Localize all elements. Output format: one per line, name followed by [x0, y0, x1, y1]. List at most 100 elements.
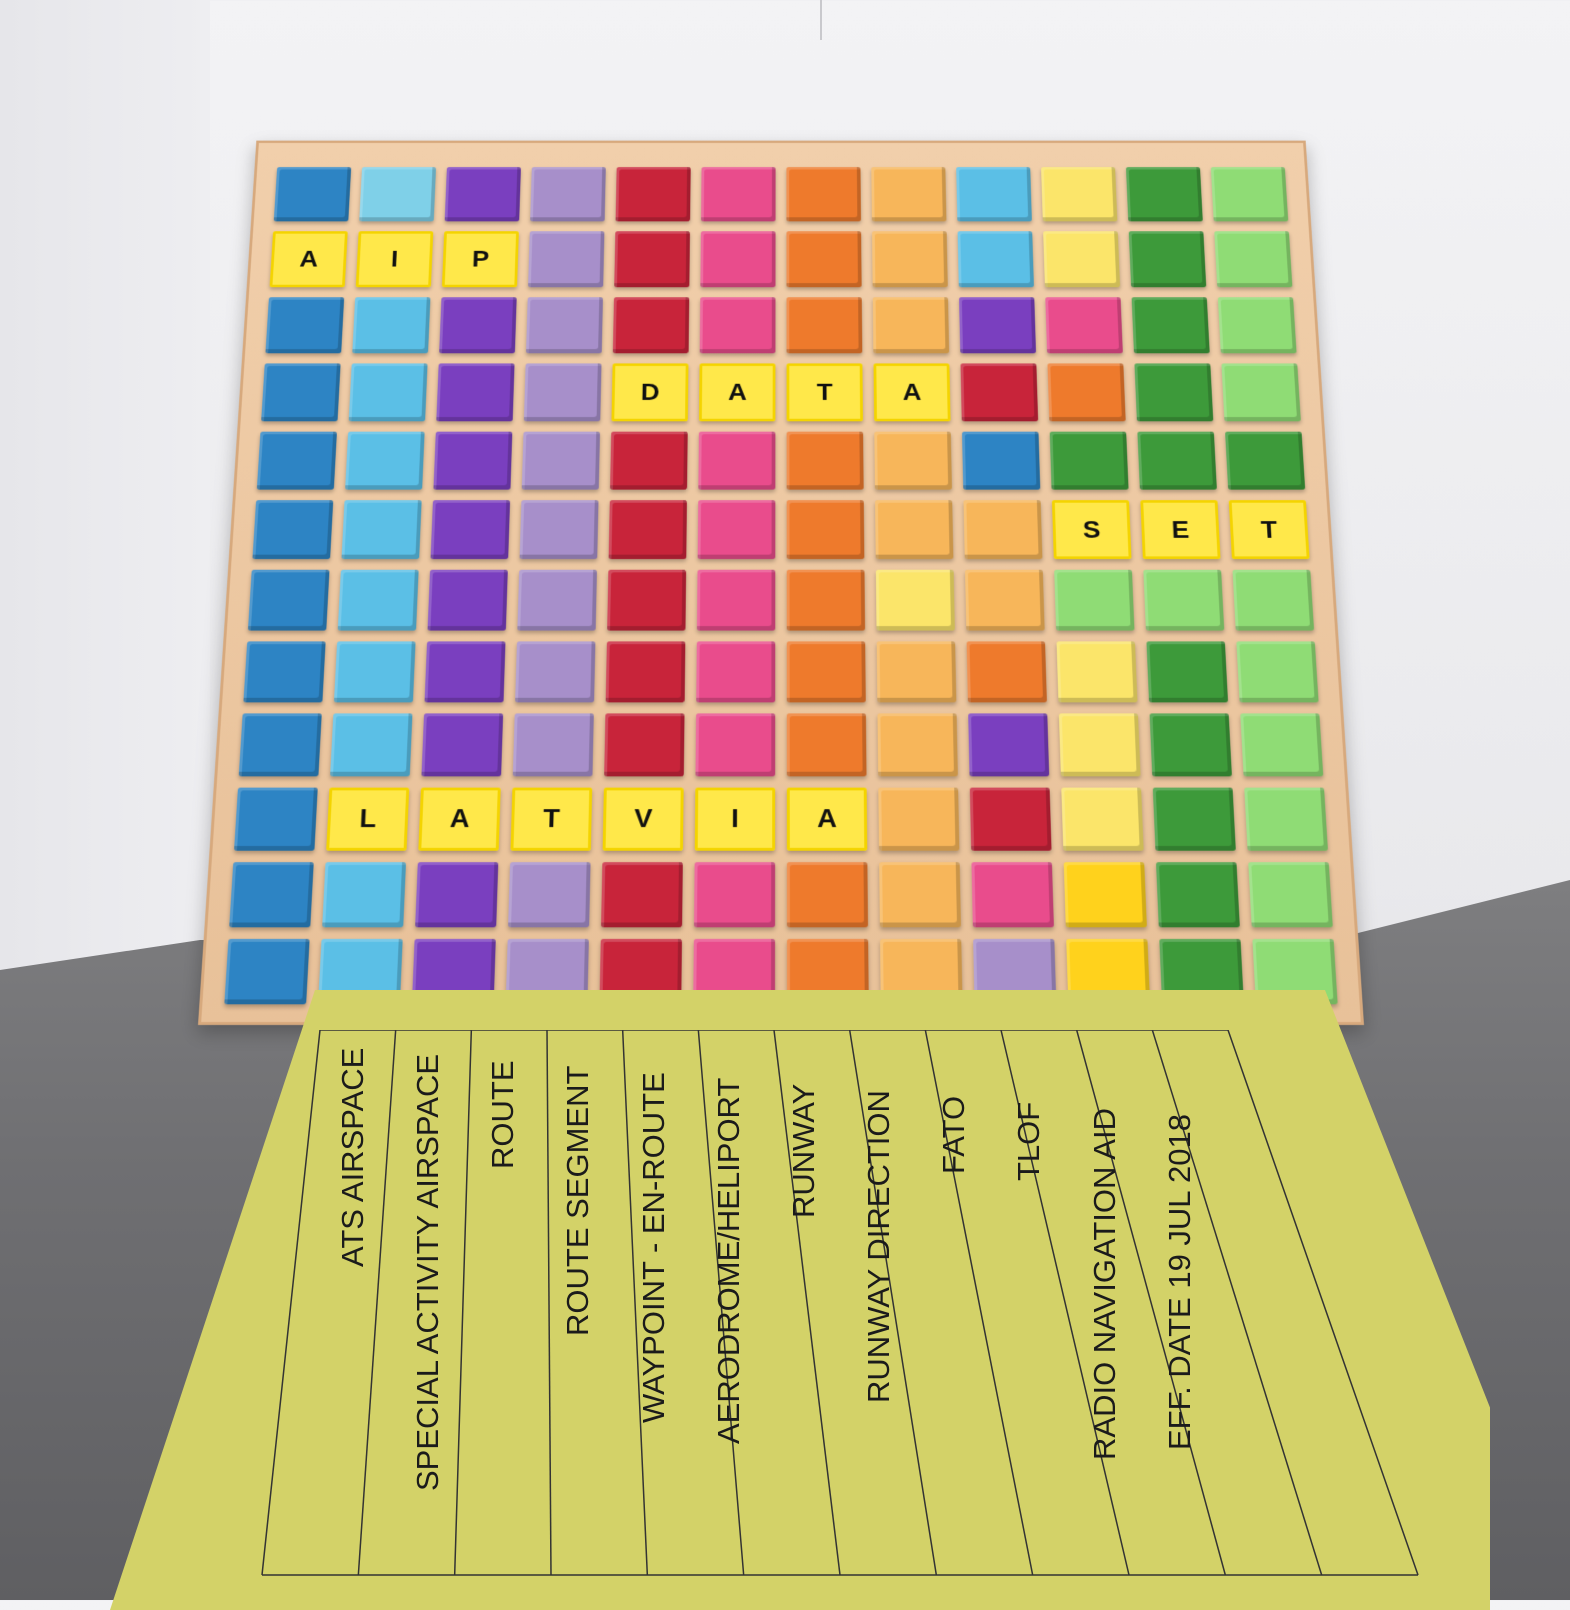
column-divider [261, 1030, 321, 1576]
color-cube [1248, 862, 1333, 927]
wall-corner [820, 0, 822, 40]
color-cube [1054, 570, 1135, 631]
cube-grid: AIPDATASETLATVIA [224, 167, 1338, 1005]
sheet-column-label: RADIO NAVIGATION AID [1086, 1108, 1122, 1460]
color-cube [1058, 713, 1141, 777]
column-divider [1227, 1030, 1419, 1576]
color-cube [1155, 862, 1240, 927]
color-cube [1043, 231, 1121, 288]
color-cube [605, 641, 686, 703]
color-cube [615, 167, 691, 222]
wooden-board: AIPDATASETLATVIA [198, 140, 1364, 1026]
color-cube [337, 570, 419, 631]
color-cube [695, 713, 776, 777]
color-cube [238, 713, 322, 777]
color-cube [696, 641, 776, 703]
sheet-column-label: ATS AIRSPACE [334, 1047, 370, 1267]
color-cube [1143, 570, 1225, 631]
color-cube [421, 713, 504, 777]
color-cube [961, 431, 1041, 490]
color-cube [700, 231, 776, 288]
column-divider [546, 1030, 552, 1576]
color-cube [1061, 787, 1144, 851]
color-cube [252, 500, 334, 560]
sheet-column-label: WAYPOINT - EN-ROUTE [635, 1072, 671, 1423]
letter-tile: V [602, 787, 684, 851]
color-cube [359, 167, 437, 222]
color-cube [1232, 570, 1315, 631]
color-cube [1149, 713, 1232, 777]
color-cube [523, 363, 602, 422]
color-cube [878, 787, 960, 851]
color-cube [1137, 431, 1217, 490]
letter-tile: A [873, 363, 951, 422]
sheet-column-label: EFF. DATE 19 JUL 2018 [1161, 1114, 1197, 1450]
color-cube [1047, 363, 1126, 422]
color-cube [874, 431, 952, 490]
color-cube [614, 231, 690, 288]
color-cube [444, 167, 521, 222]
color-cube [876, 641, 957, 703]
color-cube [956, 167, 1032, 222]
color-cube [700, 167, 776, 222]
color-cube [1125, 167, 1203, 222]
color-cube [607, 570, 687, 631]
color-cube [1128, 231, 1207, 288]
color-cube [608, 500, 687, 560]
color-cube [601, 862, 683, 927]
letter-tile: A [699, 363, 776, 422]
color-cube [261, 363, 341, 422]
color-cube [610, 431, 688, 490]
color-cube [875, 500, 954, 560]
color-cube [333, 641, 416, 703]
color-cube [519, 500, 599, 560]
color-cube [415, 862, 499, 927]
color-cube [612, 297, 690, 354]
color-cube [957, 231, 1034, 288]
color-cube [959, 297, 1037, 354]
color-cube [696, 570, 776, 631]
color-cube [352, 297, 431, 354]
color-cube [1146, 641, 1229, 703]
sheet-column-label: ROUTE [485, 1060, 521, 1170]
color-cube [525, 297, 603, 354]
letter-tile: P [441, 231, 519, 288]
color-cube [969, 787, 1052, 851]
color-cube [233, 787, 318, 851]
color-cube [699, 297, 776, 354]
color-cube [341, 500, 422, 560]
letter-tile: D [611, 363, 689, 422]
letter-tile: E [1140, 500, 1221, 560]
column-divider [453, 1030, 473, 1576]
color-cube [960, 363, 1039, 422]
color-cube [1045, 297, 1123, 354]
color-cube [1240, 713, 1324, 777]
letter-tile: I [694, 787, 776, 851]
color-cube [786, 500, 865, 560]
color-cube [872, 297, 950, 354]
color-cube [528, 231, 605, 288]
color-cube [1131, 297, 1210, 354]
color-cube [786, 167, 862, 222]
color-cube [963, 500, 1043, 560]
color-cube [322, 862, 407, 927]
letter-tile: A [418, 787, 501, 851]
color-cube [515, 641, 596, 703]
color-cube [1236, 641, 1319, 703]
color-cube [786, 713, 867, 777]
color-cube [604, 713, 685, 777]
color-cube [1049, 431, 1129, 490]
color-cube [273, 167, 352, 222]
color-cube [968, 713, 1050, 777]
color-cube [1225, 431, 1306, 490]
color-cube [439, 297, 517, 354]
color-cube [247, 570, 330, 631]
color-cube [1214, 231, 1293, 288]
color-cube [243, 641, 326, 703]
color-cube [424, 641, 506, 703]
sheet-column-label: AERODROME/HELIPORT [710, 1077, 746, 1444]
letter-tile: S [1051, 500, 1132, 560]
color-cube [427, 570, 508, 631]
color-cube [256, 431, 337, 490]
color-cube [879, 862, 961, 927]
